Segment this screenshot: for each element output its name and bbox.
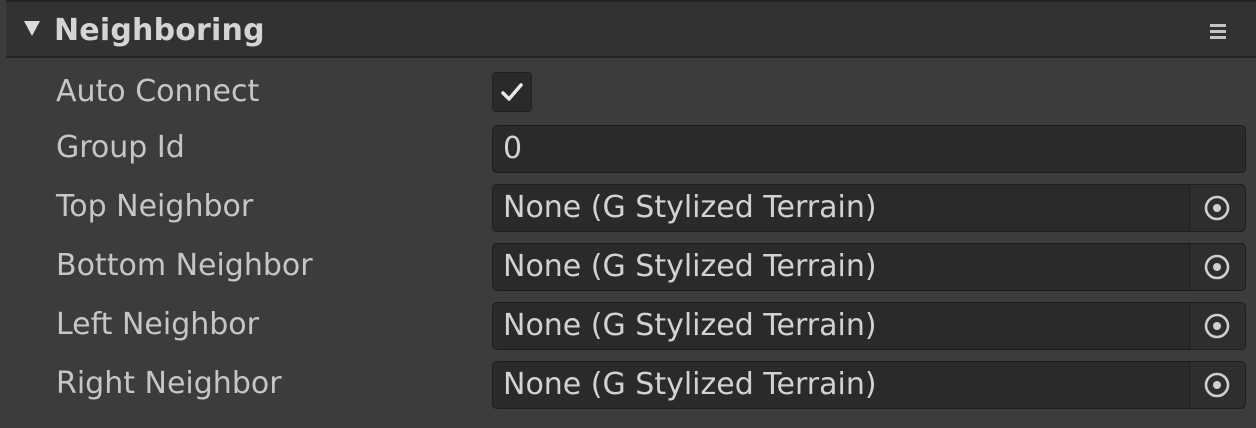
right-neighbor-picker[interactable] <box>1189 362 1245 408</box>
bottom-neighbor-value: None (G Stylized Terrain) <box>503 249 877 284</box>
bottom-neighbor-field[interactable]: None (G Stylized Terrain) <box>492 243 1246 291</box>
left-neighbor-field[interactable]: None (G Stylized Terrain) <box>492 302 1246 350</box>
section-title: Neighboring <box>54 13 265 48</box>
left-neighbor-value: None (G Stylized Terrain) <box>503 308 877 343</box>
left-neighbor-picker[interactable] <box>1189 303 1245 349</box>
group-id-field[interactable]: 0 <box>492 125 1246 173</box>
group-id-label: Group Id <box>56 130 185 165</box>
object-picker-icon <box>1204 372 1230 398</box>
auto-connect-checkbox[interactable] <box>492 72 532 112</box>
bottom-neighbor-picker[interactable] <box>1189 244 1245 290</box>
top-neighbor-label: Top Neighbor <box>56 189 254 224</box>
left-neighbor-label: Left Neighbor <box>56 307 259 342</box>
auto-connect-label: Auto Connect <box>56 74 260 109</box>
right-neighbor-value: None (G Stylized Terrain) <box>503 367 877 402</box>
left-neighbor-row: Left Neighbor None (G Stylized Terrain) <box>0 299 1256 350</box>
right-neighbor-label: Right Neighbor <box>56 366 282 401</box>
top-neighbor-field[interactable]: None (G Stylized Terrain) <box>492 184 1246 232</box>
checkmark-icon <box>501 83 523 101</box>
menu-icon[interactable] <box>1210 24 1226 40</box>
inspector-panel: Neighboring Auto Connect Group Id 0 Top … <box>0 0 1256 428</box>
foldout-triangle-icon[interactable] <box>24 21 40 36</box>
right-neighbor-row: Right Neighbor None (G Stylized Terrain) <box>0 358 1256 409</box>
object-picker-icon <box>1204 195 1230 221</box>
group-id-value: 0 <box>503 131 523 166</box>
top-neighbor-picker[interactable] <box>1189 185 1245 231</box>
right-neighbor-field[interactable]: None (G Stylized Terrain) <box>492 361 1246 409</box>
bottom-neighbor-row: Bottom Neighbor None (G Stylized Terrain… <box>0 240 1256 291</box>
group-id-row: Group Id 0 <box>0 122 1256 173</box>
section-header[interactable]: Neighboring <box>6 0 1256 58</box>
bottom-neighbor-label: Bottom Neighbor <box>56 248 313 283</box>
object-picker-icon <box>1204 254 1230 280</box>
auto-connect-row: Auto Connect <box>0 66 1256 116</box>
object-picker-icon <box>1204 313 1230 339</box>
top-neighbor-row: Top Neighbor None (G Stylized Terrain) <box>0 181 1256 232</box>
top-neighbor-value: None (G Stylized Terrain) <box>503 190 877 225</box>
